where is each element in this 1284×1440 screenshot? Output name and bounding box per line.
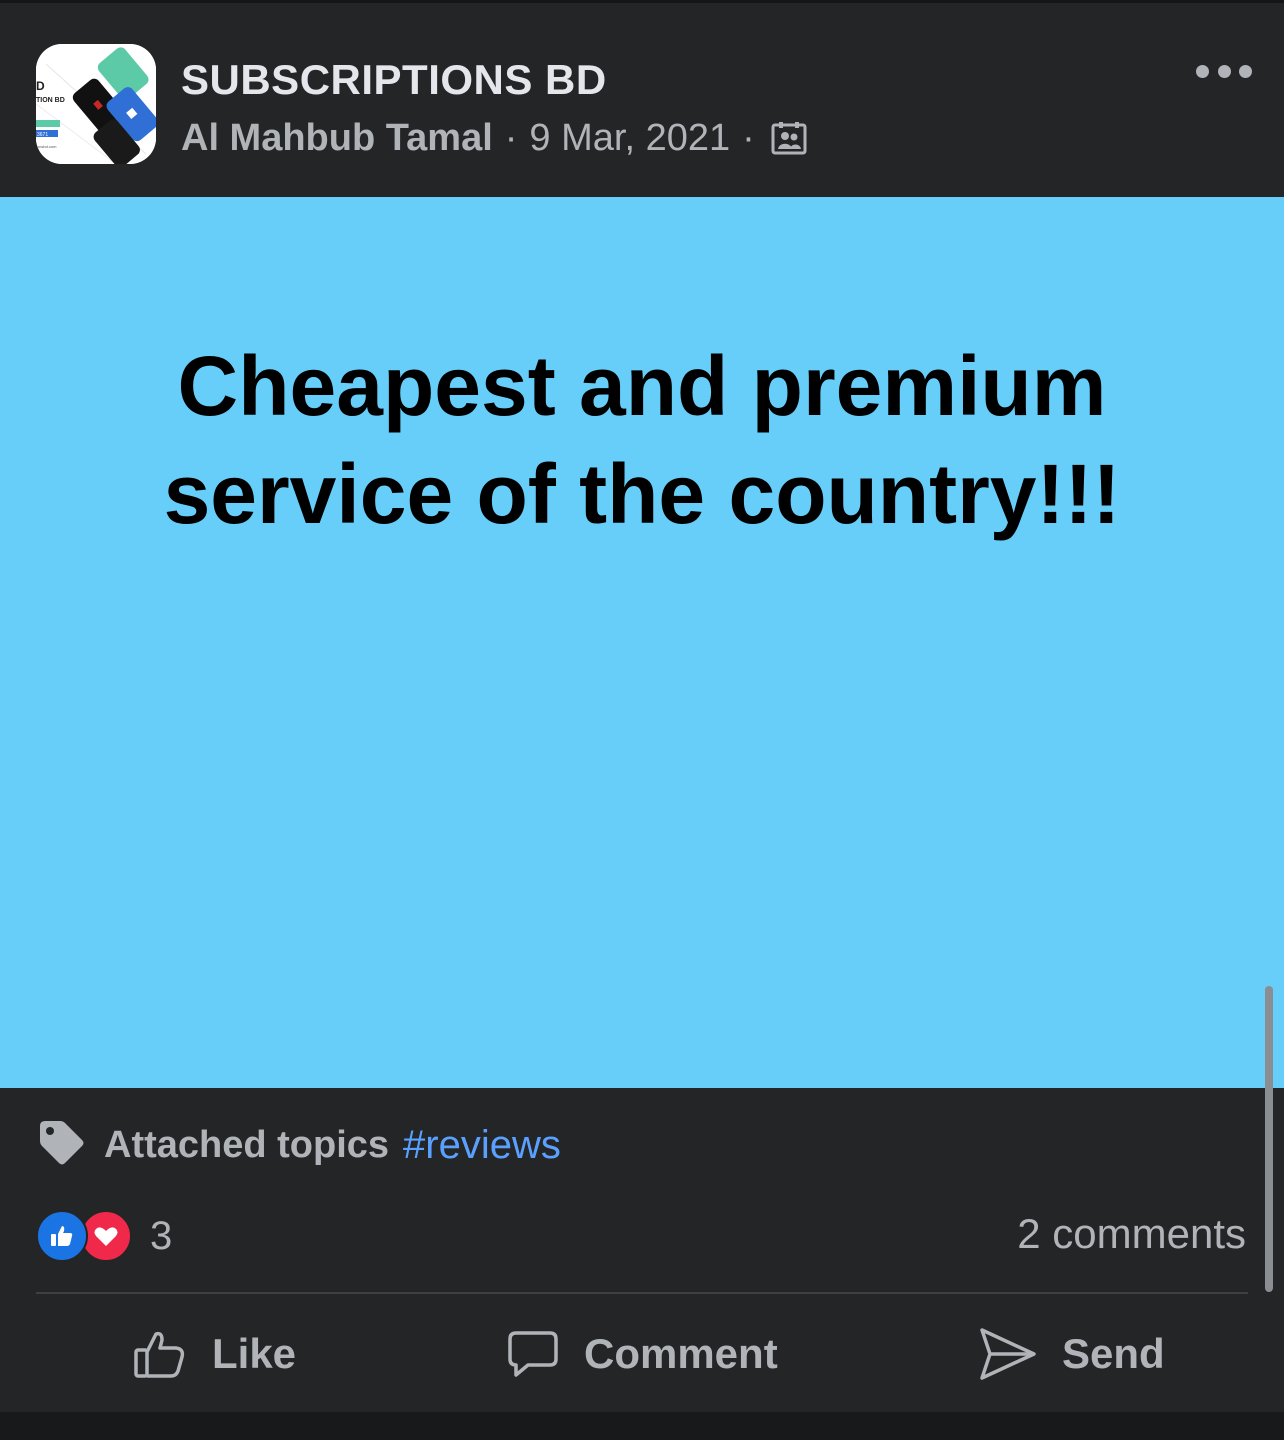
post-content-text: Cheapest and premium service of the count… [163, 339, 1121, 541]
avatar-logo-image: D TION BD 3671 ionsbd.com [36, 44, 156, 164]
attached-topics-label: Attached topics [104, 1124, 390, 1166]
actions-divider [36, 1292, 1248, 1294]
page-name[interactable]: SUBSCRIPTIONS BD [181, 56, 607, 104]
comment-bubble-icon [508, 1331, 558, 1377]
comment-label: Comment [584, 1330, 778, 1377]
svg-text:ionsbd.com: ionsbd.com [36, 144, 57, 149]
meta-separator: · [742, 117, 755, 159]
post-meta: Al Mahbub Tamal · 9 Mar, 2021 · [181, 117, 807, 160]
group-audience-icon [771, 121, 807, 157]
svg-text:D: D [36, 79, 45, 93]
author-name[interactable]: Al Mahbub Tamal [181, 117, 493, 160]
post-date[interactable]: 9 Mar, 2021 [529, 117, 730, 160]
reactions-summary[interactable]: 3 [36, 1210, 172, 1262]
like-reaction-icon [36, 1210, 88, 1262]
feed-background [0, 1412, 1284, 1440]
send-label: Send [1062, 1330, 1165, 1377]
send-arrow-icon [980, 1328, 1036, 1380]
more-dot [1196, 64, 1209, 78]
more-dot [1239, 64, 1252, 78]
topic-tag-link[interactable]: #reviews [403, 1123, 561, 1168]
attached-topics: Attached topics #reviews [36, 1118, 561, 1173]
scrollbar[interactable] [1265, 986, 1273, 1292]
post-content-background[interactable] [0, 197, 1284, 1088]
post-header: D TION BD 3671 ionsbd.com SUBSCRIPTIONS … [0, 3, 1284, 197]
page-avatar[interactable]: D TION BD 3671 ionsbd.com [36, 44, 156, 164]
svg-text:3671: 3671 [37, 132, 48, 138]
reaction-count: 3 [150, 1213, 173, 1258]
post-card: D TION BD 3671 ionsbd.com SUBSCRIPTIONS … [0, 0, 1284, 1412]
comment-button[interactable]: Comment [506, 1322, 778, 1386]
like-button[interactable]: Like [132, 1322, 296, 1386]
more-options-icon[interactable] [1196, 53, 1252, 89]
meta-separator: · [504, 117, 518, 159]
send-button[interactable]: Send [978, 1322, 1165, 1386]
tag-icon [36, 1118, 86, 1173]
svg-text:TION BD: TION BD [36, 97, 65, 104]
like-label: Like [212, 1330, 297, 1377]
comments-count-link[interactable]: 2 comments [1017, 1210, 1246, 1258]
more-dot [1217, 64, 1231, 78]
thumbs-up-icon [134, 1331, 185, 1378]
